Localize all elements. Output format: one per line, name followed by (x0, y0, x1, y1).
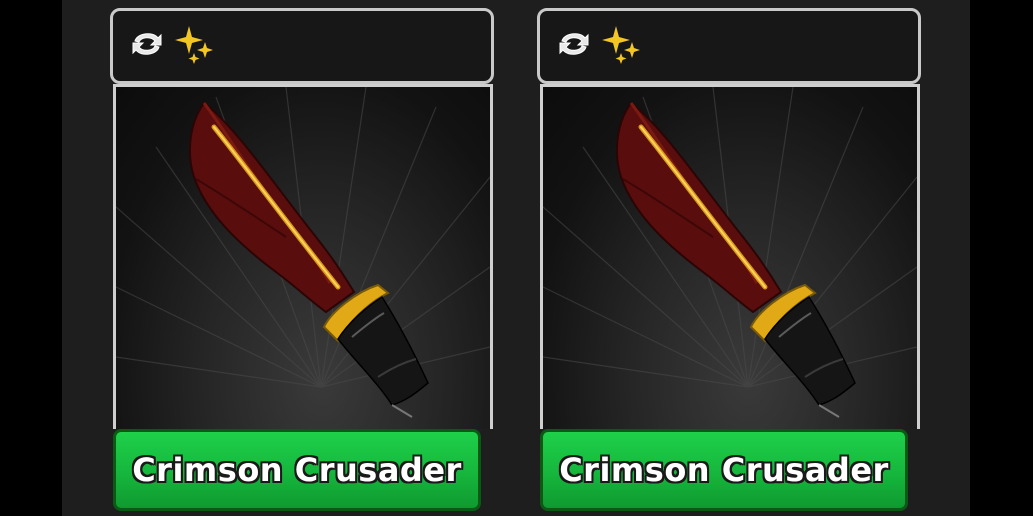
item-name-plate: Crimson Crusader (113, 429, 481, 511)
item-name-plate: Crimson Crusader (540, 429, 908, 511)
item-card[interactable]: Crimson Crusader (537, 8, 921, 516)
card-header (537, 8, 921, 84)
item-card[interactable]: Crimson Crusader (110, 8, 494, 516)
trade-icon (554, 24, 594, 68)
sparkle-icon (171, 22, 217, 70)
item-name: Crimson Crusader (559, 451, 889, 489)
inventory-panel: Crimson Crusader Crimson Crusader (62, 0, 970, 516)
item-preview (113, 84, 493, 429)
badge-row (127, 23, 217, 69)
badge-row (554, 23, 644, 69)
screen: Crimson Crusader Crimson Crusader (0, 0, 1033, 516)
card-header (110, 8, 494, 84)
item-preview (540, 84, 920, 429)
trade-icon (127, 24, 167, 68)
knife-image (188, 101, 429, 418)
knife-image (615, 101, 856, 418)
sparkle-icon (598, 22, 644, 70)
item-name: Crimson Crusader (132, 451, 462, 489)
